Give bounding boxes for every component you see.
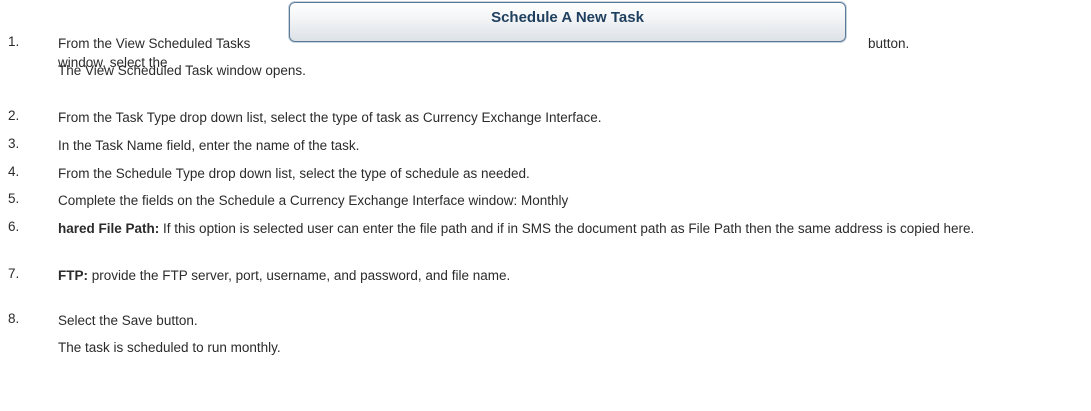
- step-result: The task is scheduled to run monthly.: [58, 340, 281, 355]
- step-number: 7.: [8, 266, 20, 281]
- step-result: The View Scheduled Task window opens.: [58, 63, 306, 78]
- step-text: FTP: provide the FTP server, port, usern…: [58, 266, 1084, 285]
- option-label-shared-file-path: hared File Path:: [58, 221, 160, 236]
- step-number: 6.: [8, 219, 20, 234]
- option-label-ftp: FTP:: [58, 268, 88, 283]
- step-8: 8. Select the Save button. The task is s…: [0, 311, 1091, 371]
- step-number: 3.: [8, 136, 20, 151]
- step-4: 4. From the Schedule Type drop down list…: [0, 164, 1091, 184]
- step-6: 6. hared File Path: If this option is se…: [0, 219, 1091, 259]
- step-text: hared File Path: If this option is selec…: [58, 219, 1084, 238]
- option-description: If this option is selected user can ente…: [163, 221, 975, 236]
- step-text: In the Task Name field, enter the name o…: [58, 138, 360, 153]
- step-number: 2.: [8, 108, 20, 123]
- step-text-after: button.: [868, 36, 910, 51]
- schedule-new-task-button-label: Schedule A New Task: [491, 9, 644, 26]
- step-3: 3. In the Task Name field, enter the nam…: [0, 136, 1091, 156]
- step-number: 4.: [8, 164, 20, 179]
- schedule-new-task-button[interactable]: Schedule A New Task: [289, 2, 846, 42]
- step-text: Complete the fields on the Schedule a Cu…: [58, 193, 569, 208]
- step-1: 1. From the View Scheduled Tasks window,…: [0, 0, 1091, 80]
- step-5: 5. Complete the fields on the Schedule a…: [0, 191, 1091, 211]
- step-text: From the Task Type drop down list, selec…: [58, 110, 602, 125]
- step-number: 1.: [8, 34, 20, 49]
- step-text: Select the Save button.: [58, 313, 198, 328]
- step-2: 2. From the Task Type drop down list, se…: [0, 108, 1091, 128]
- option-description: provide the FTP server, port, username, …: [88, 268, 511, 283]
- step-number: 5.: [8, 191, 20, 206]
- step-number: 8.: [8, 311, 20, 326]
- step-7: 7. FTP: provide the FTP server, port, us…: [0, 266, 1091, 286]
- step-text: From the Schedule Type drop down list, s…: [58, 166, 530, 181]
